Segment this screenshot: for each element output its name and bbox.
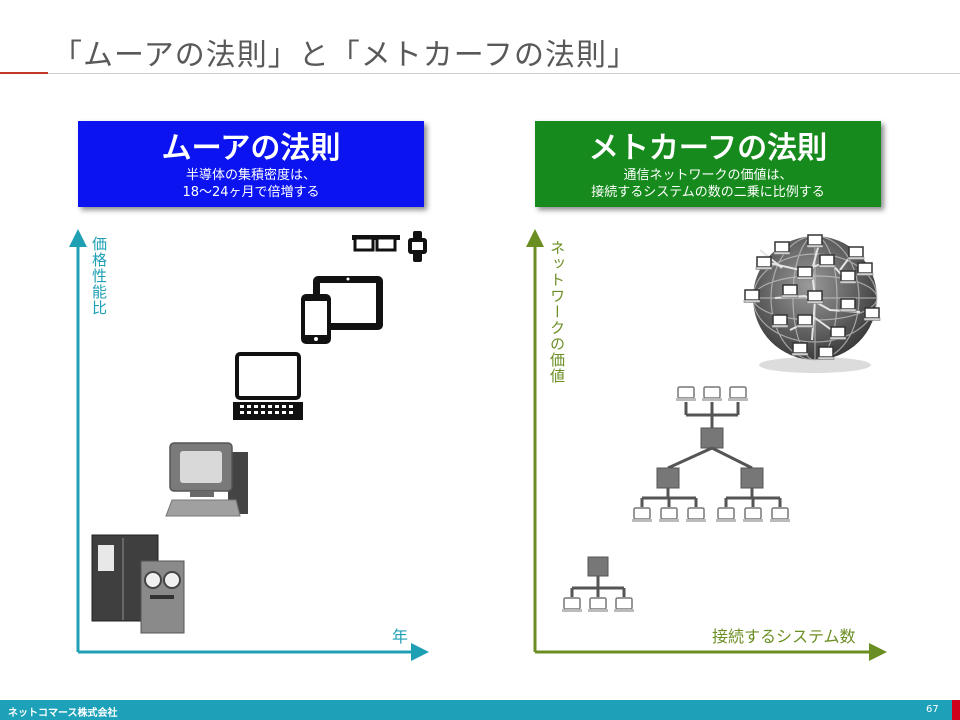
price-performance-axis-label: 価格性能比: [90, 236, 108, 316]
small-network-icon: [561, 556, 635, 613]
network-value-axis-label: ネットワークの価値: [548, 240, 566, 384]
medium-network-icon: [631, 386, 791, 523]
mainframe-icon: [91, 534, 185, 634]
smart-glasses-icon: [352, 235, 400, 252]
page-number: 67: [926, 704, 939, 715]
year-axis-label: 年: [392, 627, 409, 646]
footer-bar: [0, 700, 960, 720]
laptop-icon: [233, 352, 303, 420]
footer-accent: [952, 700, 960, 720]
smartwatch-icon: [408, 231, 427, 262]
connected-systems-axis-label: 接続するシステム数: [712, 627, 856, 646]
smartphone-icon: [301, 294, 331, 344]
global-network-icon: [743, 234, 881, 373]
diagram-canvas: [69, 229, 887, 661]
desktop-pc-icon: [165, 442, 248, 517]
company-name: ネットコマース株式会社: [8, 708, 118, 719]
